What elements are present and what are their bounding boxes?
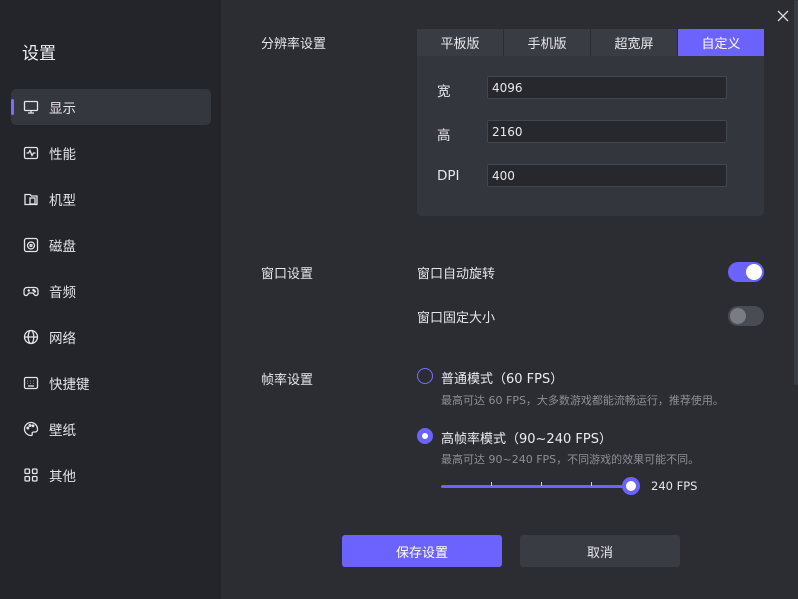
sidebar-nav: 显示 性能 机型 磁盘 音频 网络 快捷键 壁纸 其他 [11, 89, 211, 503]
save-button[interactable]: 保存设置 [342, 535, 502, 567]
tab-phone[interactable]: 手机版 [504, 29, 591, 56]
device-icon [23, 191, 39, 207]
sidebar-item-label: 壁纸 [49, 423, 76, 439]
sidebar-item-audio[interactable]: 音频 [11, 273, 211, 309]
sidebar-item-disk[interactable]: 磁盘 [11, 227, 211, 263]
sidebar-item-performance[interactable]: 性能 [11, 135, 211, 171]
resolution-tabs: 平板版 手机版 超宽屏 自定义 [417, 29, 764, 56]
sidebar-item-device[interactable]: 机型 [11, 181, 211, 217]
disk-icon [23, 237, 39, 253]
auto-rotate-label: 窗口自动旋转 [417, 267, 496, 282]
toggle-knob [746, 264, 762, 280]
grid-icon [23, 467, 39, 483]
keyboard-icon [23, 375, 39, 391]
fps-slider-track[interactable] [441, 485, 631, 488]
fps-slider-tick [491, 482, 492, 486]
sidebar-item-label: 快捷键 [49, 377, 90, 393]
settings-window: 设置 显示 性能 机型 磁盘 音频 网络 快捷键 壁纸 其他 分辨率设置 平板版… [0, 0, 798, 599]
sidebar-item-label: 磁盘 [49, 239, 76, 255]
sidebar-item-label: 其他 [49, 469, 76, 485]
fps-slider-value: 240 FPS [651, 479, 698, 493]
high-fps-desc: 最高可达 90~240 FPS，不同游戏的效果可能不同。 [441, 453, 700, 466]
framerate-label: 帧率设置 [261, 373, 314, 388]
performance-icon [23, 145, 39, 161]
custom-resolution-panel: 宽 高 DPI [417, 56, 764, 216]
fixed-size-toggle[interactable] [728, 306, 764, 326]
fps-slider-tick [591, 482, 592, 486]
sidebar-title: 设置 [22, 44, 56, 64]
sidebar-item-other[interactable]: 其他 [11, 457, 211, 493]
close-icon[interactable] [775, 8, 791, 24]
tab-custom[interactable]: 自定义 [678, 29, 764, 56]
auto-rotate-toggle[interactable] [728, 262, 764, 282]
sidebar-item-label: 网络 [49, 331, 76, 347]
sidebar-item-display[interactable]: 显示 [11, 89, 211, 125]
sidebar: 设置 显示 性能 机型 磁盘 音频 网络 快捷键 壁纸 其他 [0, 0, 221, 599]
palette-icon [23, 421, 39, 437]
monitor-icon [23, 99, 39, 115]
height-label: 高 [437, 128, 451, 144]
sidebar-item-shortcuts[interactable]: 快捷键 [11, 365, 211, 401]
toggle-knob [730, 308, 746, 324]
sidebar-item-label: 性能 [49, 147, 76, 163]
fps-slider-thumb[interactable] [622, 477, 640, 495]
tab-ultrawide[interactable]: 超宽屏 [591, 29, 678, 56]
dpi-label: DPI [437, 168, 460, 184]
high-fps-radio[interactable] [417, 428, 433, 444]
dpi-input[interactable] [487, 164, 727, 187]
height-input[interactable] [487, 120, 727, 143]
width-label: 宽 [437, 84, 451, 100]
sidebar-item-wallpaper[interactable]: 壁纸 [11, 411, 211, 447]
gamepad-icon [23, 283, 39, 299]
tab-tablet[interactable]: 平板版 [417, 29, 504, 56]
globe-icon [23, 329, 39, 345]
cancel-button[interactable]: 取消 [520, 535, 680, 567]
sidebar-item-label: 音频 [49, 285, 76, 301]
sidebar-item-network[interactable]: 网络 [11, 319, 211, 355]
fps-slider-tick [541, 482, 542, 486]
sidebar-item-label: 显示 [49, 101, 76, 117]
fixed-size-label: 窗口固定大小 [417, 311, 496, 326]
resolution-label: 分辨率设置 [261, 37, 327, 52]
sidebar-item-label: 机型 [49, 193, 76, 209]
scrollbar[interactable] [794, 0, 798, 599]
high-fps-title: 高帧率模式（90~240 FPS） [441, 432, 612, 447]
scrollbar-thumb[interactable] [794, 0, 798, 385]
normal-mode-title: 普通模式（60 FPS） [441, 372, 564, 387]
window-settings-label: 窗口设置 [261, 267, 314, 282]
normal-mode-desc: 最高可达 60 FPS，大多数游戏都能流畅运行，推荐使用。 [441, 394, 724, 407]
normal-mode-radio[interactable] [417, 368, 433, 384]
width-input[interactable] [487, 76, 727, 99]
